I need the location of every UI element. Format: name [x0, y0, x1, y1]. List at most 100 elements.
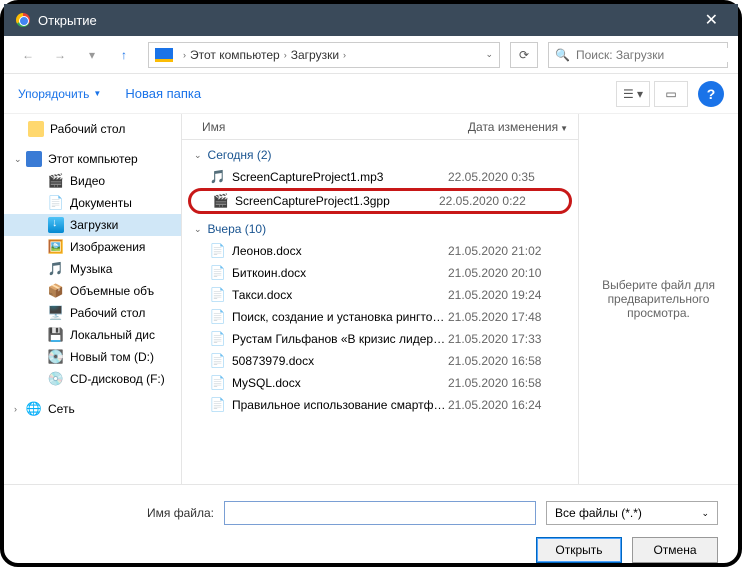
tree-desktop2[interactable]: Рабочий стол [4, 302, 181, 324]
tree-pictures[interactable]: Изображения [4, 236, 181, 258]
tree-desktop[interactable]: Рабочий стол [4, 118, 181, 140]
navbar: ← → ▾ ↑ › Этот компьютер › Загрузки › ⌄ … [4, 36, 738, 74]
file-icon: 🎬 [213, 193, 229, 209]
file-row[interactable]: 📄 MySQL.docx21.05.2020 16:58 [182, 372, 578, 394]
sort-desc-icon: ▼ [560, 124, 568, 133]
column-name[interactable]: Имя [202, 120, 448, 134]
expand-icon[interactable]: ⌄ [14, 154, 26, 165]
toolbar: Упорядочить▼ Новая папка ☰ ▾ ▭ ? [4, 74, 738, 114]
file-icon: 🎵 [210, 169, 226, 185]
chevron-right-icon: › [343, 50, 346, 60]
help-button[interactable]: ? [698, 81, 724, 107]
file-row[interactable]: 🎬 ScreenCaptureProject1.3gpp22.05.2020 0:… [188, 188, 572, 214]
file-row[interactable]: 📄 Поиск, создание и установка рингтоно...… [182, 306, 578, 328]
tree-this-pc[interactable]: ⌄Этот компьютер [4, 148, 181, 170]
file-icon: 📄 [210, 375, 226, 391]
search-input[interactable] [576, 48, 731, 62]
file-date: 22.05.2020 0:22 [439, 194, 569, 208]
close-button[interactable]: ✕ [697, 6, 726, 34]
file-date: 21.05.2020 17:48 [448, 310, 578, 324]
view-mode-button[interactable]: ☰ ▾ [616, 81, 650, 107]
file-date: 21.05.2020 17:33 [448, 332, 578, 346]
downloads-folder-icon [155, 48, 173, 62]
chevron-right-icon: › [183, 50, 186, 60]
file-name: MySQL.docx [232, 376, 448, 390]
chrome-icon [16, 13, 30, 27]
breadcrumb-item[interactable]: Этот компьютер [190, 48, 280, 62]
file-date: 21.05.2020 20:10 [448, 266, 578, 280]
chevron-down-icon: ⌄ [701, 508, 709, 519]
tree-documents[interactable]: Документы [4, 192, 181, 214]
file-name: Леонов.docx [232, 244, 448, 258]
file-row[interactable]: 📄 Рустам Гильфанов «В кризис лидеры д...2… [182, 328, 578, 350]
preview-pane-button[interactable]: ▭ [654, 81, 688, 107]
file-icon: 📄 [210, 397, 226, 413]
main-area: Рабочий стол ⌄Этот компьютер Видео Докум… [4, 114, 738, 484]
file-row[interactable]: 📄 Такси.docx21.05.2020 19:24 [182, 284, 578, 306]
file-row[interactable]: 📄Леонов.docx21.05.2020 21:02 [182, 240, 578, 262]
cancel-button[interactable]: Отмена [632, 537, 718, 563]
nav-forward-button: → [46, 41, 74, 69]
file-row[interactable]: 📄 Правильное использование смартфон...21.… [182, 394, 578, 416]
file-row[interactable]: 📄 50873979.docx21.05.2020 16:58 [182, 350, 578, 372]
chevron-down-icon: ⌄ [194, 150, 202, 161]
nav-back-button[interactable]: ← [14, 41, 42, 69]
file-date: 21.05.2020 16:58 [448, 354, 578, 368]
tree-downloads[interactable]: Загрузки [4, 214, 181, 236]
file-name: Такси.docx [232, 288, 448, 302]
chevron-down-icon: ⌄ [194, 224, 202, 235]
nav-up-button[interactable]: ↑ [110, 41, 138, 69]
tree-music[interactable]: Музыка [4, 258, 181, 280]
file-icon: 📄 [210, 353, 226, 369]
column-date[interactable]: Дата изменения▼ [448, 120, 578, 134]
file-name: ScreenCaptureProject1.mp3 [232, 170, 448, 184]
file-name: 50873979.docx [232, 354, 448, 368]
expand-icon[interactable]: › [14, 404, 26, 414]
breadcrumb[interactable]: › Этот компьютер › Загрузки › ⌄ [148, 42, 500, 68]
file-name: Биткоин.docx [232, 266, 448, 280]
tree-network[interactable]: ›Сеть [4, 398, 181, 420]
file-date: 21.05.2020 19:24 [448, 288, 578, 302]
file-icon: 📄 [210, 265, 226, 281]
preview-message: Выберите файл для предварительного просм… [599, 278, 718, 320]
file-icon: 📄 [210, 243, 226, 259]
footer: Имя файла: Все файлы (*.*)⌄ Открыть Отме… [4, 484, 738, 577]
open-button[interactable]: Открыть [536, 537, 622, 563]
breadcrumb-item[interactable]: Загрузки [291, 48, 339, 62]
file-row[interactable]: 📄 Биткоин.docx21.05.2020 20:10 [182, 262, 578, 284]
file-name: ScreenCaptureProject1.3gpp [235, 194, 439, 208]
preview-pane: Выберите файл для предварительного просм… [578, 114, 738, 484]
column-headers: Имя Дата изменения▼ [182, 114, 578, 140]
file-name: Правильное использование смартфон... [232, 398, 448, 412]
breadcrumb-dropdown-icon[interactable]: ⌄ [485, 49, 493, 60]
window-title: Открытие [38, 13, 697, 28]
group-today[interactable]: ⌄Сегодня (2) [182, 144, 578, 166]
nav-recent-button[interactable]: ▾ [78, 41, 106, 69]
search-icon: 🔍 [555, 48, 570, 62]
organize-button[interactable]: Упорядочить▼ [18, 87, 101, 101]
tree-3d[interactable]: Объемные объ [4, 280, 181, 302]
tree-cd-drive[interactable]: CD-дисковод (F:) [4, 368, 181, 390]
group-yesterday[interactable]: ⌄Вчера (10) [182, 218, 578, 240]
search-box[interactable]: 🔍 [548, 42, 728, 68]
tree-local-disk[interactable]: Локальный дис [4, 324, 181, 346]
file-icon: 📄 [210, 309, 226, 325]
filename-label: Имя файла: [24, 506, 224, 520]
refresh-button[interactable]: ⟳ [510, 42, 538, 68]
tree-videos[interactable]: Видео [4, 170, 181, 192]
tree-volume-d[interactable]: Новый том (D:) [4, 346, 181, 368]
file-list: Имя Дата изменения▼ ⌄Сегодня (2) 🎵 Screen… [182, 114, 578, 484]
filename-input[interactable] [224, 501, 536, 525]
file-name: Поиск, создание и установка рингтоно... [232, 310, 448, 324]
file-date: 21.05.2020 16:58 [448, 376, 578, 390]
file-name: Рустам Гильфанов «В кризис лидеры д... [232, 332, 448, 346]
titlebar: Открытие ✕ [4, 4, 738, 36]
chevron-right-icon: › [284, 50, 287, 60]
file-filter-select[interactable]: Все файлы (*.*)⌄ [546, 501, 718, 525]
file-icon: 📄 [210, 331, 226, 347]
new-folder-button[interactable]: Новая папка [125, 86, 201, 101]
file-icon: 📄 [210, 287, 226, 303]
file-row[interactable]: 🎵 ScreenCaptureProject1.mp322.05.2020 0:3… [182, 166, 578, 188]
file-date: 21.05.2020 16:24 [448, 398, 578, 412]
file-date: 22.05.2020 0:35 [448, 170, 578, 184]
